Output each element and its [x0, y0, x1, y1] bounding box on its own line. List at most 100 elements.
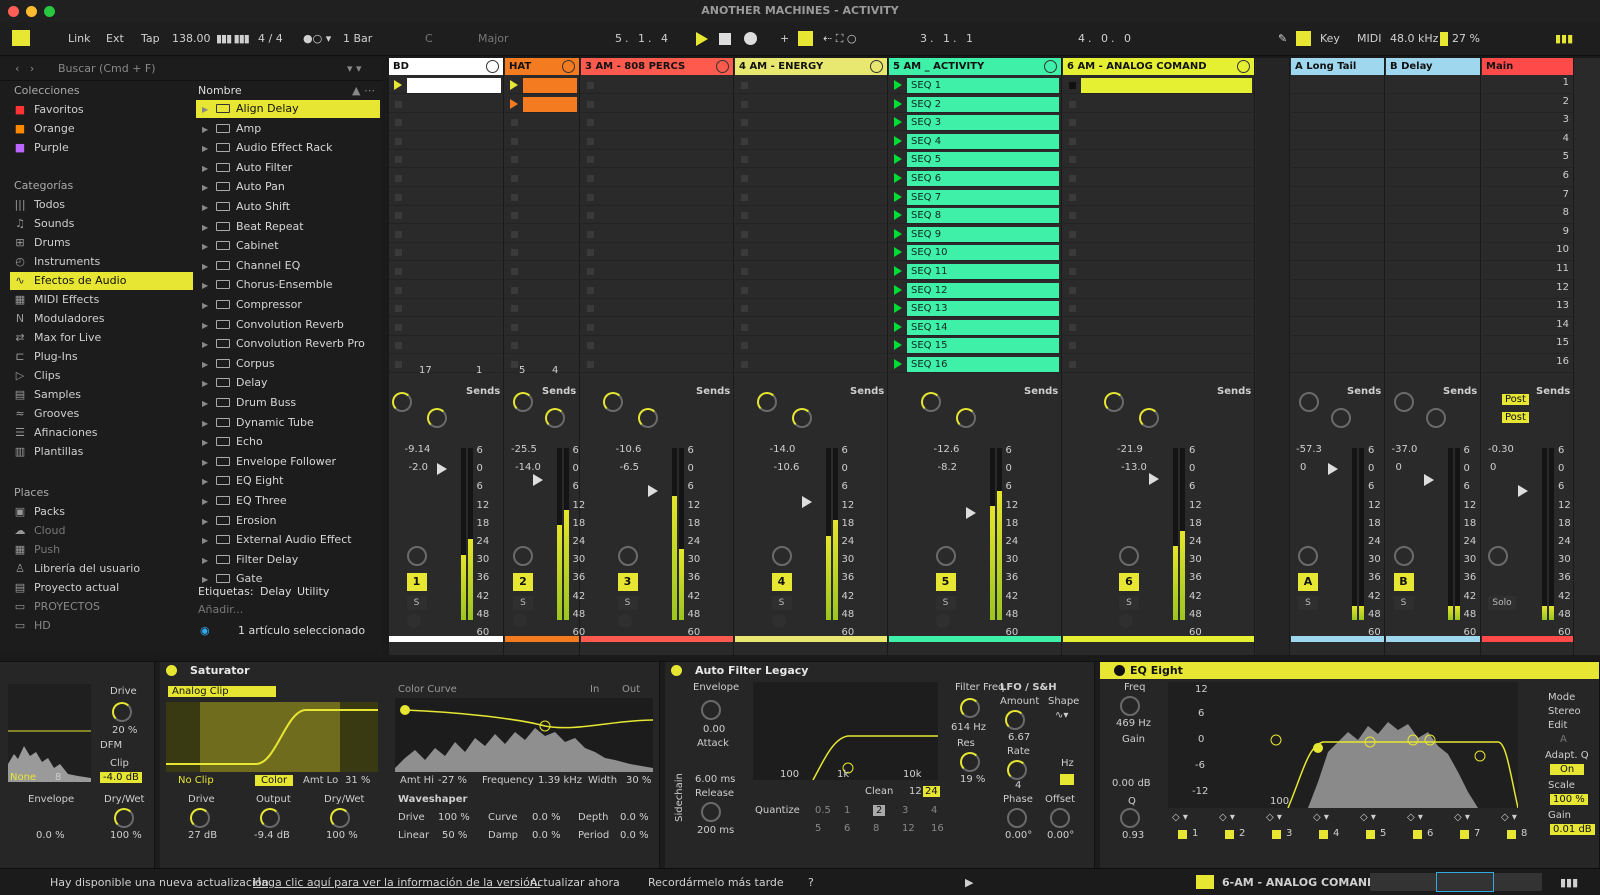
track-fold-icon[interactable]	[870, 60, 883, 73]
peak-readout[interactable]: -6.5	[620, 462, 640, 473]
clip-slot[interactable]	[389, 207, 503, 225]
clip-stop-icon[interactable]	[395, 361, 402, 368]
clip[interactable]: SEQ 2	[907, 96, 1059, 112]
band-filter-type-icon[interactable]: ◇ ▾	[1454, 812, 1470, 823]
place-current-project[interactable]: ▤ Proyecto actual	[14, 581, 119, 594]
browser-item[interactable]: ▶ Drum Buss	[196, 394, 380, 412]
ws-depth-value[interactable]: 0.0 %	[620, 812, 649, 823]
stop-icon[interactable]	[719, 33, 731, 45]
clip[interactable]	[407, 78, 501, 93]
clip-slot[interactable]	[1386, 300, 1480, 318]
band-filter-type-icon[interactable]: ◇ ▾	[1407, 812, 1423, 823]
clip-stop-icon[interactable]	[587, 361, 594, 368]
track-header[interactable]: BD	[389, 58, 503, 75]
overview-selection[interactable]	[1436, 872, 1494, 892]
phase-knob[interactable]	[1007, 808, 1027, 828]
clip-slot[interactable]	[1291, 282, 1384, 299]
browser-item[interactable]: ▶ Delay	[196, 374, 380, 392]
arm-button[interactable]	[1119, 614, 1133, 628]
amount-knob[interactable]	[1005, 710, 1025, 730]
help-button[interactable]: ?	[808, 876, 814, 889]
band-enable-toggle[interactable]	[1319, 830, 1328, 839]
clip-play-icon[interactable]	[894, 98, 902, 109]
expand-arrow-icon[interactable]: ▶	[202, 140, 214, 158]
clip-stop-icon[interactable]	[741, 305, 748, 313]
clip-slot[interactable]	[1291, 170, 1384, 187]
clip[interactable]: SEQ 9	[907, 226, 1059, 242]
clip-slot[interactable]	[1386, 189, 1480, 206]
clip[interactable]: SEQ 7	[907, 189, 1059, 205]
clip-stop-icon[interactable]	[741, 156, 748, 164]
clip-slot[interactable]	[1063, 170, 1254, 187]
clip-stop-icon[interactable]	[587, 119, 594, 127]
clip-slot[interactable]	[1291, 319, 1384, 336]
volume-fader-handle[interactable]	[965, 507, 976, 519]
clip-slot[interactable]	[1063, 114, 1254, 132]
browser-item[interactable]: ▶ Dynamic Tube	[196, 414, 380, 432]
post-button[interactable]: Post	[1502, 394, 1529, 405]
clip-slot[interactable]	[581, 114, 733, 132]
category-clips[interactable]: ▷ Clips	[14, 369, 61, 382]
send-b-knob[interactable]	[955, 408, 976, 428]
solo-button[interactable]: S	[1119, 596, 1139, 610]
send-a-knob[interactable]	[756, 392, 777, 412]
clip-slot[interactable]	[1063, 263, 1254, 280]
volume-readout[interactable]: -0.30	[1488, 444, 1514, 455]
clip-stop-icon[interactable]	[395, 212, 402, 220]
clip-slot[interactable]	[505, 77, 579, 94]
quantize-value[interactable]: 16	[931, 823, 944, 834]
scene-number[interactable]: 11	[1556, 263, 1569, 274]
expand-arrow-icon[interactable]: ▶	[202, 179, 214, 197]
clip-slot[interactable]	[1386, 114, 1480, 132]
pan-knob[interactable]	[771, 546, 792, 566]
clip-slot[interactable]	[1386, 244, 1480, 262]
clip-play-icon[interactable]	[894, 154, 902, 165]
track-header[interactable]: 3 AM - 808 PERCS	[581, 58, 733, 75]
quantize-value[interactable]: 3	[902, 805, 908, 816]
clip-stop-icon[interactable]	[587, 193, 594, 201]
clip-slot[interactable]	[1291, 189, 1384, 206]
clip-slot[interactable]: 9	[1482, 226, 1573, 243]
clip[interactable]: SEQ 14	[907, 319, 1059, 335]
expand-arrow-icon[interactable]: ▶	[202, 454, 214, 472]
clip-slot[interactable]	[505, 207, 579, 225]
clip-stop-icon[interactable]	[587, 268, 594, 275]
clip-stop-icon[interactable]	[395, 156, 402, 164]
clip-slot[interactable]	[581, 356, 733, 373]
expand-arrow-icon[interactable]: ▶	[202, 493, 214, 511]
arm-button[interactable]	[406, 614, 421, 628]
clip-slot[interactable]	[735, 226, 887, 243]
volume-readout[interactable]: -57.3	[1296, 444, 1322, 455]
clip-slot[interactable]: SEQ 16	[889, 356, 1061, 373]
clip-play-icon[interactable]	[894, 359, 902, 369]
expand-arrow-icon[interactable]: ▶	[202, 277, 214, 295]
clip-play-icon[interactable]	[894, 191, 902, 202]
volume-fader-handle[interactable]	[1328, 463, 1338, 475]
clip-stop-icon[interactable]	[395, 100, 402, 108]
send-b-knob[interactable]	[426, 408, 447, 428]
band-enable-toggle[interactable]	[1460, 830, 1469, 839]
clip-slot[interactable]: SEQ 5	[889, 151, 1061, 169]
clip-slot[interactable]	[1063, 300, 1254, 318]
clip-slot[interactable]	[1386, 170, 1480, 187]
clip-slot[interactable]	[581, 263, 733, 280]
clip-slot[interactable]	[735, 77, 887, 94]
clip-slot[interactable]	[1291, 337, 1384, 355]
clip-stop-icon[interactable]	[1069, 230, 1076, 238]
drive-knob[interactable]	[112, 702, 132, 722]
expand-arrow-icon[interactable]: ▶	[202, 375, 214, 393]
expand-arrow-icon[interactable]: ▶	[202, 473, 214, 491]
scene-number[interactable]: 1	[1563, 77, 1569, 88]
clip-slot[interactable]	[581, 170, 733, 187]
clip-stop-icon[interactable]	[395, 249, 402, 257]
browser-item[interactable]: ▶ Corpus	[196, 355, 380, 373]
clip-stop-icon[interactable]	[741, 230, 748, 238]
browser-item[interactable]: ▶ EQ Eight	[196, 472, 380, 490]
clip-slot[interactable]	[1386, 282, 1480, 299]
quantize-value[interactable]: 12	[902, 823, 915, 834]
device-power-icon[interactable]	[1114, 665, 1125, 676]
expand-arrow-icon[interactable]: ▶	[202, 121, 214, 139]
browser-item[interactable]: ▶ Audio Effect Rack	[196, 139, 380, 157]
category-grooves[interactable]: ≈ Grooves	[14, 407, 79, 420]
clip-stop-icon[interactable]	[587, 100, 594, 108]
